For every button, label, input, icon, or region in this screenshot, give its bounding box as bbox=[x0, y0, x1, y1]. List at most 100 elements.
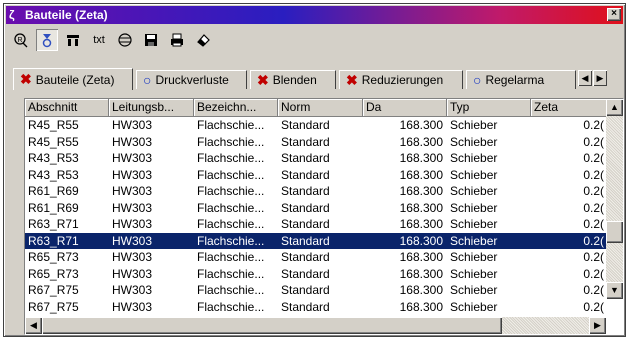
column-header-zeta[interactable]: Zeta bbox=[531, 99, 608, 117]
cell-zeta[interactable]: 0.2( bbox=[531, 216, 608, 233]
cell-leitungsbereich[interactable]: HW303 bbox=[109, 167, 194, 184]
column-header-leitungsbereich[interactable]: Leitungsb... bbox=[109, 99, 194, 117]
cell-norm[interactable]: Standard bbox=[278, 282, 363, 299]
table-row[interactable]: R61_R69 HW303 Flachschie... Standard 168.300… bbox=[25, 200, 608, 217]
cell-typ[interactable]: Schieber bbox=[447, 200, 531, 217]
cell-leitungsbereich[interactable]: HW303 bbox=[109, 183, 194, 200]
cell-typ[interactable]: Schieber bbox=[447, 233, 531, 250]
cell-bezeichnung[interactable]: Flachschie... bbox=[194, 183, 278, 200]
cell-da[interactable]: 168.300 bbox=[363, 216, 447, 233]
cell-zeta[interactable]: 0.2( bbox=[531, 134, 608, 151]
cell-norm[interactable]: Standard bbox=[278, 249, 363, 266]
table-row[interactable]: R43_R53 HW303 Flachschie... Standard 168.300… bbox=[25, 150, 608, 167]
sort-icon[interactable] bbox=[36, 29, 58, 51]
table-row[interactable]: R63_R71 HW303 Flachschie... Standard 168.300… bbox=[25, 232, 608, 250]
table-row[interactable]: R61_R69 HW303 Flachschie... Standard 168.300… bbox=[25, 183, 608, 200]
cell-leitungsbereich[interactable]: HW303 bbox=[109, 233, 194, 250]
tab-regelarmaturen[interactable]: ○ Regelarma bbox=[466, 70, 576, 89]
save-icon[interactable] bbox=[140, 29, 162, 51]
cell-norm[interactable]: Standard bbox=[278, 266, 363, 283]
cell-da[interactable]: 168.300 bbox=[363, 266, 447, 283]
cell-leitungsbereich[interactable]: HW303 bbox=[109, 200, 194, 217]
cell-bezeichnung[interactable]: Flachschie... bbox=[194, 266, 278, 283]
cell-da[interactable]: 168.300 bbox=[363, 134, 447, 151]
table-row[interactable]: R63_R71 HW303 Flachschie... Standard 168.300… bbox=[25, 216, 608, 233]
cell-norm[interactable]: Standard bbox=[278, 200, 363, 217]
cell-da[interactable]: 168.300 bbox=[363, 183, 447, 200]
cell-abschnitt[interactable]: R61_R69 bbox=[25, 200, 109, 217]
cell-abschnitt[interactable]: R63_R71 bbox=[25, 216, 109, 233]
cell-leitungsbereich[interactable]: HW303 bbox=[109, 249, 194, 266]
table-row[interactable]: R67_R75 HW303 Flachschie... Standard 168.300… bbox=[25, 299, 608, 316]
cell-norm[interactable]: Standard bbox=[278, 134, 363, 151]
cell-bezeichnung[interactable]: Flachschie... bbox=[194, 117, 278, 134]
table-row[interactable]: R45_R55 HW303 Flachschie... Standard 168.300… bbox=[25, 134, 608, 151]
cell-zeta[interactable]: 0.2( bbox=[531, 233, 608, 250]
cell-zeta[interactable]: 0.2( bbox=[531, 183, 608, 200]
filter-icon[interactable]: R bbox=[10, 29, 32, 51]
cell-bezeichnung[interactable]: Flachschie... bbox=[194, 167, 278, 184]
cell-abschnitt[interactable]: R61_R69 bbox=[25, 183, 109, 200]
cell-zeta[interactable]: 0.2( bbox=[531, 266, 608, 283]
text-export-button[interactable]: txt bbox=[88, 29, 110, 51]
scroll-down-icon[interactable]: ▼ bbox=[606, 282, 623, 299]
cell-da[interactable]: 168.300 bbox=[363, 150, 447, 167]
cell-bezeichnung[interactable]: Flachschie... bbox=[194, 216, 278, 233]
cell-zeta[interactable]: 0.2( bbox=[531, 150, 608, 167]
cell-norm[interactable]: Standard bbox=[278, 233, 363, 250]
cell-leitungsbereich[interactable]: HW303 bbox=[109, 150, 194, 167]
table-row[interactable]: R67_R75 HW303 Flachschie... Standard 168.300… bbox=[25, 282, 608, 299]
column-header-abschnitt[interactable]: Abschnitt bbox=[25, 99, 109, 117]
table-row[interactable]: R65_R73 HW303 Flachschie... Standard 168.300… bbox=[25, 266, 608, 283]
cell-leitungsbereich[interactable]: HW303 bbox=[109, 266, 194, 283]
title-bar[interactable]: ζ Bauteile (Zeta) × bbox=[6, 6, 623, 24]
cell-bezeichnung[interactable]: Flachschie... bbox=[194, 150, 278, 167]
cell-norm[interactable]: Standard bbox=[278, 216, 363, 233]
cell-norm[interactable]: Standard bbox=[278, 167, 363, 184]
cell-da[interactable]: 168.300 bbox=[363, 299, 447, 316]
cell-zeta[interactable]: 0.2( bbox=[531, 299, 608, 316]
cell-da[interactable]: 168.300 bbox=[363, 167, 447, 184]
cell-norm[interactable]: Standard bbox=[278, 150, 363, 167]
cell-norm[interactable]: Standard bbox=[278, 299, 363, 316]
cell-typ[interactable]: Schieber bbox=[447, 299, 531, 316]
cell-bezeichnung[interactable]: Flachschie... bbox=[194, 134, 278, 151]
cell-typ[interactable]: Schieber bbox=[447, 249, 531, 266]
cell-da[interactable]: 168.300 bbox=[363, 282, 447, 299]
close-button[interactable]: × bbox=[607, 8, 621, 21]
cell-abschnitt[interactable]: R65_R73 bbox=[25, 266, 109, 283]
cell-bezeichnung[interactable]: Flachschie... bbox=[194, 282, 278, 299]
cell-zeta[interactable]: 0.2( bbox=[531, 117, 608, 134]
tab-druckverluste[interactable]: ○ Druckverluste bbox=[136, 70, 247, 89]
cell-leitungsbereich[interactable]: HW303 bbox=[109, 117, 194, 134]
print-icon[interactable] bbox=[166, 29, 188, 51]
column-header-da[interactable]: Da bbox=[363, 99, 447, 117]
cell-da[interactable]: 168.300 bbox=[363, 200, 447, 217]
cell-typ[interactable]: Schieber bbox=[447, 282, 531, 299]
horizontal-scroll-thumb[interactable] bbox=[42, 317, 502, 334]
table-icon[interactable] bbox=[114, 29, 136, 51]
scroll-left-icon[interactable]: ◀ bbox=[25, 317, 42, 334]
cell-leitungsbereich[interactable]: HW303 bbox=[109, 299, 194, 316]
cell-abschnitt[interactable]: R45_R55 bbox=[25, 117, 109, 134]
tab-blenden[interactable]: ✖ Blenden bbox=[250, 70, 336, 89]
cell-bezeichnung[interactable]: Flachschie... bbox=[194, 233, 278, 250]
tab-bauteile-zeta[interactable]: ✖ Bauteile (Zeta) bbox=[13, 68, 133, 90]
cell-zeta[interactable]: 0.2( bbox=[531, 249, 608, 266]
cell-typ[interactable]: Schieber bbox=[447, 216, 531, 233]
cell-typ[interactable]: Schieber bbox=[447, 134, 531, 151]
table-row[interactable]: R45_R55 HW303 Flachschie... Standard 168.300… bbox=[25, 117, 608, 134]
tab-scroll-left-icon[interactable]: ◀ bbox=[578, 70, 592, 86]
scroll-thumb[interactable] bbox=[606, 221, 623, 243]
cell-abschnitt[interactable]: R65_R73 bbox=[25, 249, 109, 266]
cell-bezeichnung[interactable]: Flachschie... bbox=[194, 200, 278, 217]
cell-leitungsbereich[interactable]: HW303 bbox=[109, 282, 194, 299]
cell-norm[interactable]: Standard bbox=[278, 117, 363, 134]
column-header-typ[interactable]: Typ bbox=[447, 99, 531, 117]
cell-leitungsbereich[interactable]: HW303 bbox=[109, 216, 194, 233]
cell-bezeichnung[interactable]: Flachschie... bbox=[194, 299, 278, 316]
columns-icon[interactable] bbox=[62, 29, 84, 51]
tab-scroll-right-icon[interactable]: ▶ bbox=[593, 70, 607, 86]
cell-typ[interactable]: Schieber bbox=[447, 266, 531, 283]
scroll-right-icon[interactable]: ▶ bbox=[589, 317, 606, 334]
